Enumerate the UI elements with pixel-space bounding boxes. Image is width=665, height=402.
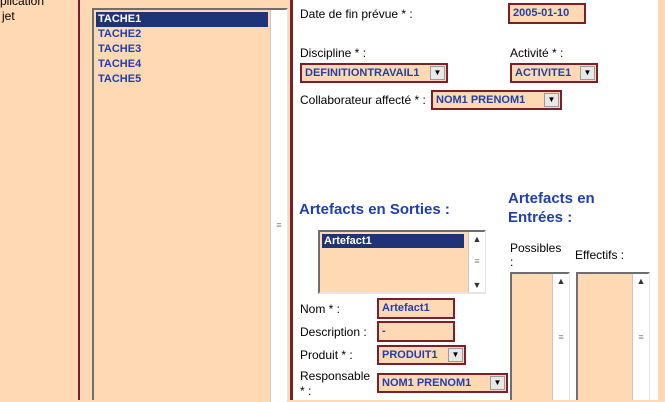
task-list-scrollbar[interactable]: ≡: [270, 10, 287, 402]
entrees-heading-line2: Entrées :: [508, 209, 573, 226]
task-item[interactable]: TACHE5: [96, 72, 268, 87]
task-item[interactable]: TACHE1: [96, 12, 268, 27]
discipline-value: DEFINITIONTRAVAIL1: [305, 67, 420, 79]
chevron-down-icon[interactable]: ▼: [544, 93, 559, 107]
description-label: Description :: [300, 325, 367, 339]
produit-label: Produit * :: [300, 348, 353, 362]
nom-field[interactable]: Artefact1: [377, 298, 455, 319]
chevron-down-icon[interactable]: ▼: [448, 348, 463, 362]
possibles-scrollbar[interactable]: ▲ ≡: [552, 274, 569, 400]
chevron-down-icon[interactable]: ▼: [580, 66, 595, 80]
responsable-label-line2: * :: [300, 384, 312, 398]
activite-value: ACTIVITE1: [515, 67, 572, 79]
discipline-select[interactable]: DEFINITIONTRAVAIL1 ▼: [300, 63, 448, 83]
date-fin-label: Date de fin prévue * :: [300, 7, 413, 21]
grip-icon[interactable]: ≡: [271, 220, 287, 230]
nav-item-application[interactable]: plication: [0, 0, 44, 8]
arrow-up-icon[interactable]: ▲: [633, 274, 649, 288]
nav-item-projet[interactable]: jet: [2, 9, 15, 23]
grip-icon[interactable]: ≡: [553, 332, 569, 342]
effectifs-label: Effectifs :: [575, 248, 625, 262]
effectifs-scrollbar[interactable]: ▲ ≡: [632, 274, 649, 400]
discipline-label: Discipline * :: [300, 46, 367, 60]
grip-icon[interactable]: ≡: [633, 332, 649, 342]
task-item[interactable]: TACHE4: [96, 57, 268, 72]
task-item[interactable]: TACHE3: [96, 42, 268, 57]
description-field[interactable]: -: [377, 321, 455, 342]
arrow-up-icon[interactable]: ▲: [553, 274, 569, 288]
collaborateur-value: NOM1 PRENOM1: [436, 94, 526, 106]
responsable-label-line1: Responsable: [300, 369, 371, 383]
left-nav: plication jet: [0, 0, 78, 400]
sorties-list-item[interactable]: Artefact1: [322, 234, 464, 248]
effectifs-listbox[interactable]: ▲ ≡: [576, 272, 650, 400]
possibles-label-line2: :: [510, 255, 514, 269]
arrow-up-icon[interactable]: ▲: [469, 232, 485, 246]
possibles-label-line1: Possibles: [510, 241, 562, 255]
arrow-down-icon[interactable]: ▼: [469, 278, 485, 292]
entrees-heading-line1: Artefacts en: [508, 190, 595, 207]
sorties-listbox[interactable]: Artefact1 ▲ ≡ ▼: [318, 230, 486, 294]
task-item[interactable]: TACHE2: [96, 27, 268, 42]
collaborateur-select[interactable]: NOM1 PRENOM1 ▼: [431, 90, 562, 110]
responsable-select[interactable]: NOM1 PRENOM1 ▼: [377, 373, 508, 393]
grip-icon[interactable]: ≡: [469, 256, 485, 266]
nom-label: Nom * :: [300, 302, 341, 316]
right-edge: [658, 0, 665, 400]
responsable-value: NOM1 PRENOM1: [382, 377, 472, 389]
produit-value: PRODUIT1: [382, 349, 438, 361]
chevron-down-icon[interactable]: ▼: [430, 66, 445, 80]
collaborateur-label: Collaborateur affecté * :: [300, 93, 426, 107]
chevron-down-icon[interactable]: ▼: [490, 376, 505, 390]
produit-select[interactable]: PRODUIT1 ▼: [377, 345, 466, 365]
sorties-heading: Artefacts en Sorties :: [299, 201, 450, 218]
date-fin-field[interactable]: 2005-01-10: [508, 3, 586, 24]
activite-label: Activité * :: [510, 46, 564, 60]
activite-select[interactable]: ACTIVITE1 ▼: [510, 63, 598, 83]
task-list[interactable]: TACHE1 TACHE2 TACHE3 TACHE4 TACHE5 ≡: [92, 8, 288, 402]
possibles-listbox[interactable]: ▲ ≡: [510, 272, 570, 400]
sorties-scrollbar[interactable]: ▲ ≡ ▼: [468, 232, 485, 292]
